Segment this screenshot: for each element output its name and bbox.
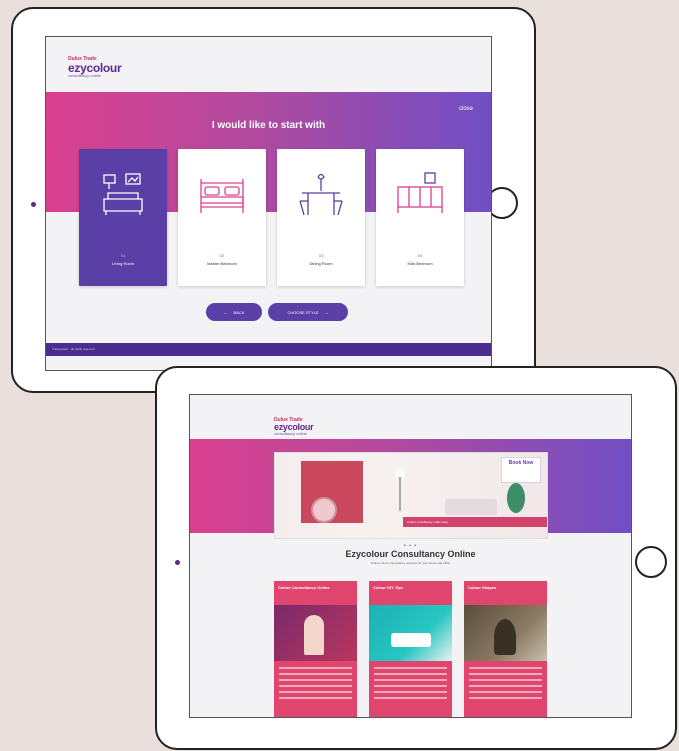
service-title: Colour DIY Tips: [373, 585, 403, 590]
room-number: 02: [219, 253, 225, 258]
room-label: Kids Bedroom: [407, 261, 433, 266]
home-button[interactable]: [635, 546, 667, 578]
room-card-master-bedroom[interactable]: 02 Master Bedroom: [178, 149, 266, 286]
room-label: Master Bedroom: [207, 261, 237, 266]
choose-style-button[interactable]: CHOOSE STYLE →: [268, 303, 348, 321]
banner-strip: Colour consultancy made easy: [403, 517, 547, 527]
dining-table-icon: [299, 173, 343, 216]
arrow-left-icon: ←: [223, 309, 228, 315]
service-card-diy-tips[interactable]: Colour DIY Tips: [369, 581, 452, 717]
room-label: Dining Room: [309, 261, 333, 266]
section-heading: Ezycolour Consultancy Online: [345, 549, 476, 559]
service-title: Colour Shapes: [468, 585, 497, 590]
tablet-screen-room-select: Dulux Trade ezycolour consultancy online…: [45, 36, 492, 371]
service-card-consultancy[interactable]: Colour Consultancy Online: [274, 581, 357, 717]
service-card-shapes[interactable]: Colour Shapes: [464, 581, 547, 717]
hero-photo: Book Now Colour consultancy made easy: [274, 452, 548, 539]
room-number: 01: [120, 253, 126, 258]
service-text-lines: [279, 667, 352, 703]
service-text-lines: [374, 667, 447, 703]
room-card-living[interactable]: 01 Living Room: [79, 149, 167, 286]
service-text-lines: [469, 667, 542, 703]
next-label: CHOOSE STYLE: [287, 309, 319, 315]
room-card-dining[interactable]: 03 Dining Room: [277, 149, 365, 286]
logo-subtitle: consultancy online: [274, 431, 307, 436]
camera-dot: [175, 560, 180, 565]
room-number: 04: [417, 253, 423, 258]
back-button[interactable]: ← BACK: [206, 303, 262, 321]
photo-lamp: [395, 469, 405, 477]
logo[interactable]: Dulux Trade ezycolour consultancy online: [68, 57, 122, 78]
room-label: Living Room: [111, 261, 135, 266]
tablet-top: Dulux Trade ezycolour consultancy online…: [11, 7, 536, 393]
room-number: 03: [318, 253, 324, 258]
logo[interactable]: Dulux Trade ezycolour consultancy online: [274, 418, 314, 436]
section-subheading: Online colour consultancy services for y…: [370, 561, 451, 565]
page-title: I would like to start with: [211, 120, 326, 131]
bed-icon: [200, 179, 244, 213]
photo-plant: [507, 483, 525, 513]
service-image: [274, 605, 357, 661]
room-card-kids-bedroom[interactable]: 04 Kids Bedroom: [376, 149, 464, 286]
photo-sofa: [445, 499, 497, 515]
footer: © Ezycolour · all rights reserved: [46, 343, 491, 356]
kids-bed-icon: [397, 172, 443, 213]
arrow-right-icon: →: [324, 309, 329, 315]
close-link[interactable]: close: [459, 106, 473, 112]
photo-chair: [311, 497, 337, 523]
service-image: [464, 605, 547, 661]
service-title: Colour Consultancy Online: [278, 585, 330, 590]
camera-dot: [31, 202, 36, 207]
photo-lamp-stand: [399, 477, 401, 511]
tablet-bottom: Dulux Trade ezycolour consultancy online…: [155, 366, 677, 750]
sofa-tv-icon: [103, 173, 143, 215]
banner-badge[interactable]: Book Now: [501, 457, 541, 483]
service-image: [369, 605, 452, 661]
footer-text: © Ezycolour · all rights reserved: [52, 347, 95, 351]
tablet-screen-home: Dulux Trade ezycolour consultancy online…: [189, 394, 632, 718]
back-label: BACK: [233, 309, 245, 315]
